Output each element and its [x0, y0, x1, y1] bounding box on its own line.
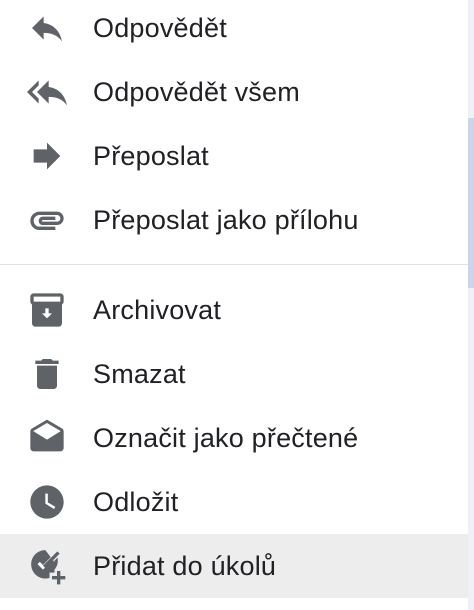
reply-all-icon	[26, 71, 68, 113]
trash-icon	[26, 353, 68, 395]
menu-item-forward[interactable]: Přeposlat	[0, 124, 468, 188]
menu-item-label: Odpovědět	[93, 12, 227, 43]
menu-item-label: Přidat do úkolů	[93, 550, 277, 581]
menu-item-label: Smazat	[93, 358, 186, 389]
menu-item-label: Přeposlat jako přílohu	[93, 204, 359, 235]
menu-item-reply-all[interactable]: Odpovědět všem	[0, 60, 468, 124]
add-task-icon	[26, 545, 68, 587]
menu-item-delete[interactable]: Smazat	[0, 342, 468, 406]
menu-item-label: Odložit	[93, 486, 179, 517]
menu-item-forward-as-attachment[interactable]: Přeposlat jako přílohu	[0, 188, 468, 252]
reply-icon	[26, 7, 68, 49]
open-envelope-icon	[26, 417, 68, 459]
menu-divider	[0, 264, 468, 265]
menu-item-archive[interactable]: Archivovat	[0, 278, 468, 342]
menu-item-label: Odpovědět všem	[93, 76, 300, 107]
menu-item-mark-as-read[interactable]: Označit jako přečtené	[0, 406, 468, 470]
menu-item-label: Přeposlat	[93, 140, 209, 171]
menu-item-label: Archivovat	[93, 294, 222, 325]
menu-item-label: Označit jako přečtené	[93, 422, 359, 453]
menu-item-add-to-tasks[interactable]: Přidat do úkolů	[0, 534, 468, 598]
menu-item-reply[interactable]: Odpovědět	[0, 0, 468, 60]
attachment-icon	[26, 199, 68, 241]
background-ui-edge	[468, 0, 474, 610]
screen: Odpovědět Odpovědět všem Přeposlat Přepo…	[0, 0, 474, 610]
archive-icon	[26, 289, 68, 331]
clock-icon	[26, 481, 68, 523]
menu-item-snooze[interactable]: Odložit	[0, 470, 468, 534]
background-ui-accent	[468, 118, 474, 288]
email-context-menu: Odpovědět Odpovědět všem Přeposlat Přepo…	[0, 0, 468, 610]
forward-icon	[26, 135, 68, 177]
